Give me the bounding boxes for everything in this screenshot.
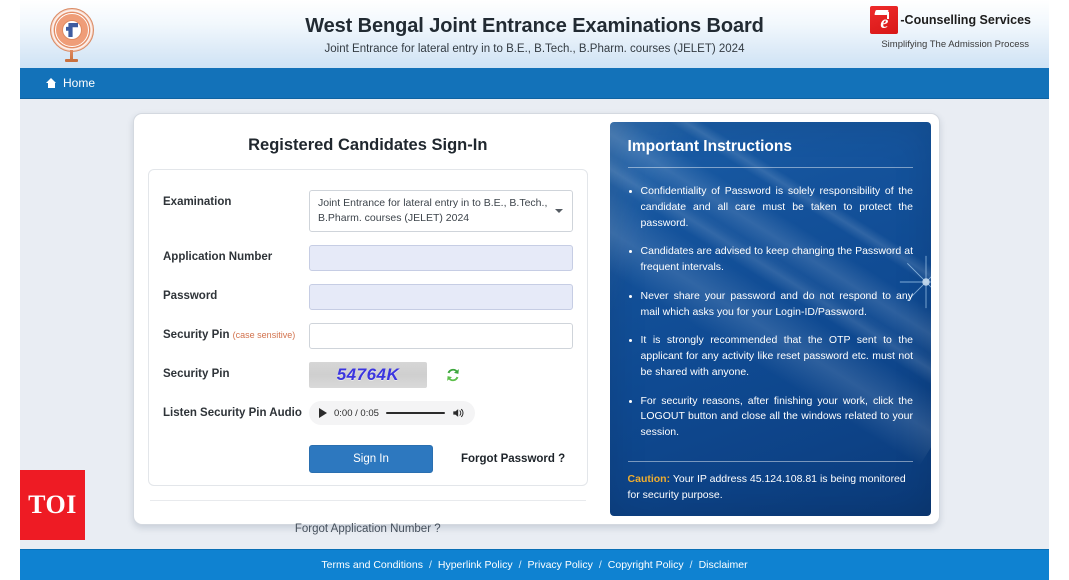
- captcha-image: 54764K: [309, 362, 427, 389]
- footer-separator: /: [598, 559, 602, 571]
- audio-progress-slider[interactable]: [385, 412, 445, 415]
- signin-actions: Sign In Forgot Password ?: [309, 445, 573, 474]
- security-pin-audio-label: Listen Security Pin Audio: [163, 407, 302, 420]
- field-row-examination: Examination Joint Entrance for lateral e…: [163, 190, 573, 233]
- instructions-divider: [627, 167, 913, 168]
- sign-in-button[interactable]: Sign In: [309, 445, 433, 474]
- instruction-item: It is strongly recommended that the OTP …: [628, 333, 913, 380]
- signin-heading: Registered Candidates Sign-In: [248, 136, 488, 154]
- toi-watermark: TOI: [20, 470, 85, 540]
- caution-label: Caution:: [627, 472, 671, 485]
- examination-select[interactable]: Joint Entrance for lateral entry in to B…: [309, 190, 573, 233]
- wbjeeb-seal-icon: [49, 6, 95, 62]
- password-label: Password: [163, 290, 218, 303]
- brand-tagline: Simplifying The Admission Process: [881, 39, 1029, 50]
- site-header: West Bengal Joint Entrance Examinations …: [20, 0, 1049, 68]
- security-pin-input-label-text: Security Pin: [163, 329, 230, 342]
- examination-label: Examination: [163, 196, 232, 208]
- brand-mark-letter: e: [880, 12, 889, 32]
- footer-link-disclaimer[interactable]: Disclaimer: [699, 559, 748, 571]
- footer-separator: /: [518, 559, 522, 571]
- ecounselling-brand: e -Counselling Services Simplifying The …: [870, 6, 1031, 50]
- instructions-title: Important Instructions: [627, 138, 792, 155]
- instruction-item: Never share your password and do not res…: [628, 289, 913, 321]
- ecounselling-logo-icon: e: [870, 6, 899, 34]
- instruction-item: For security reasons, after finishing yo…: [628, 394, 913, 441]
- security-pin-case-hint: (case sensitive): [232, 330, 296, 341]
- field-row-password: Password: [163, 284, 573, 311]
- captcha-group: 54764K: [309, 362, 573, 389]
- forgot-application-number-link[interactable]: Forgot Application Number ?: [295, 523, 441, 535]
- footer-separator: /: [689, 559, 693, 571]
- toi-watermark-text: TOI: [28, 490, 77, 519]
- instruction-item: Confidentiality of Password is solely re…: [628, 184, 913, 231]
- caution-divider: [627, 460, 913, 462]
- footer-link-privacy-policy[interactable]: Privacy Policy: [528, 559, 593, 571]
- page-root: West Bengal Joint Entrance Examinations …: [20, 0, 1049, 580]
- footer-separator: /: [428, 559, 432, 571]
- footer-link-terms[interactable]: Terms and Conditions: [321, 559, 423, 571]
- security-pin-input[interactable]: [309, 323, 573, 350]
- brand-name: -Counselling Services: [900, 13, 1031, 27]
- footer-link-copyright-policy[interactable]: Copyright Policy: [608, 559, 684, 571]
- field-row-security-pin-input: Security Pin (case sensitive): [163, 323, 573, 350]
- examination-select-value: Joint Entrance for lateral entry in to B…: [318, 197, 548, 225]
- refresh-captcha-icon[interactable]: [443, 365, 463, 385]
- wbjeeb-seal-logo: [40, 2, 104, 66]
- important-instructions-panel: Important Instructions Confidentiality o…: [609, 122, 931, 516]
- footer-link-hyperlink-policy[interactable]: Hyperlink Policy: [438, 559, 513, 571]
- audio-player[interactable]: 0:00 / 0:05: [309, 401, 475, 426]
- security-pin-input-label: Security Pin (case sensitive): [163, 323, 309, 343]
- brand-row: e -Counselling Services: [870, 6, 1031, 34]
- nav-item-home-label: Home: [63, 76, 96, 90]
- field-row-security-pin-image: Security Pin 54764K: [163, 362, 573, 389]
- instructions-inner: Important Instructions Confidentiality o…: [610, 122, 931, 516]
- caution-body: Your IP address 45.124.108.81 is being m…: [627, 472, 906, 501]
- password-input[interactable]: [309, 284, 573, 311]
- field-row-security-pin-audio: Listen Security Pin Audio 0:00 / 0:05: [163, 401, 573, 427]
- forgot-password-link[interactable]: Forgot Password ?: [461, 453, 565, 465]
- audio-time-display: 0:00 / 0:05: [334, 407, 379, 419]
- home-icon: [46, 78, 57, 88]
- forgot-application-number-row: Forgot Application Number ?: [148, 501, 588, 543]
- application-number-input[interactable]: [309, 245, 573, 272]
- security-pin-audio-control: 0:00 / 0:05: [309, 401, 573, 426]
- instruction-item: Candidates are advised to keep changing …: [628, 244, 913, 276]
- login-card: Registered Candidates Sign-In Examinatio…: [133, 113, 940, 535]
- main-navbar: Home: [20, 68, 1049, 99]
- field-row-application-number: Application Number: [163, 245, 573, 272]
- volume-icon[interactable]: [452, 407, 465, 419]
- main-content: Registered Candidates Sign-In Examinatio…: [20, 99, 1049, 535]
- security-pin-image-label: Security Pin: [163, 368, 230, 381]
- application-number-label: Application Number: [163, 251, 273, 264]
- application-number-control: [309, 245, 573, 272]
- play-icon[interactable]: [319, 408, 327, 419]
- nav-item-home[interactable]: Home: [38, 73, 103, 93]
- signin-fieldset: Examination Joint Entrance for lateral e…: [148, 169, 588, 487]
- site-footer: Terms and Conditions / Hyperlink Policy …: [20, 549, 1049, 580]
- caution-note: Caution: Your IP address 45.124.108.81 i…: [628, 472, 913, 504]
- password-control: [309, 284, 573, 311]
- seal-base: [65, 59, 78, 62]
- security-pin-control: [309, 323, 573, 350]
- chevron-down-icon: [554, 209, 563, 214]
- signin-form-column: Registered Candidates Sign-In Examinatio…: [142, 122, 594, 535]
- examination-control: Joint Entrance for lateral entry in to B…: [309, 190, 573, 233]
- instructions-list: Confidentiality of Password is solely re…: [628, 184, 913, 441]
